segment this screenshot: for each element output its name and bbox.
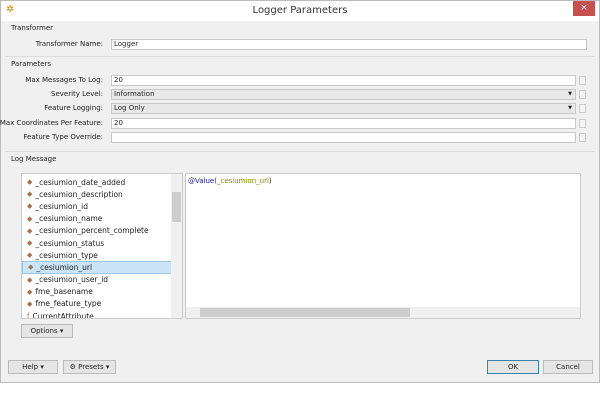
section-log-message: Log Message: [11, 155, 57, 163]
attribute-name: _cesiumion_type: [35, 250, 98, 260]
parameter-label: Max Messages To Log:: [25, 76, 103, 84]
ok-button[interactable]: OK: [487, 360, 539, 374]
divider: [5, 151, 595, 152]
attribute-name: fme_feature_type: [35, 299, 102, 309]
parameter-select[interactable]: Information ▼: [111, 89, 576, 100]
parameter-menu-button[interactable]: [579, 76, 586, 85]
attribute-name: _cesiumion_url: [36, 262, 93, 272]
list-item[interactable]: ◆ fme_feature_type: [22, 298, 182, 310]
parameter-row: Max Messages To Log: 20: [1, 75, 591, 86]
chevron-down-icon: ▼: [568, 91, 572, 97]
parameter-menu-button[interactable]: [579, 90, 586, 99]
attribute-name: _cesiumion_date_added: [35, 177, 126, 187]
attribute-name: _cesiumion_name: [35, 214, 103, 224]
parameter-label: Severity Level:: [51, 90, 103, 98]
parameter-input[interactable]: [111, 132, 576, 143]
presets-icon: ⚙: [69, 363, 76, 371]
parameter-value: Log Only: [114, 104, 145, 112]
attribute-icon: ◆: [27, 287, 33, 296]
attribute-icon: ◆: [27, 239, 33, 248]
attribute-icon: ◆: [27, 202, 33, 211]
dialog-title: Logger Parameters: [252, 5, 348, 16]
list-item[interactable]: ◆ _cesiumion_user_id: [22, 274, 182, 286]
parameter-value: 20: [114, 119, 123, 127]
parameter-input[interactable]: 20: [111, 75, 576, 86]
title-bar: ✲ Logger Parameters ×: [1, 1, 599, 21]
expression-function: @Value(: [188, 177, 217, 185]
list-item[interactable]: ◆ _cesiumion_percent_complete: [22, 225, 182, 237]
list-item[interactable]: ◆ _cesiumion_status: [22, 237, 182, 249]
attribute-name: _cesiumion_id: [35, 201, 88, 211]
attribute-icon: ◆: [28, 263, 34, 272]
parameter-menu-button[interactable]: [579, 119, 586, 128]
list-scrollbar[interactable]: [171, 174, 182, 318]
attribute-icon: ◆: [27, 251, 33, 260]
parameter-row: Feature Logging: Log Only ▼: [1, 103, 591, 114]
attribute-icon: ◆: [27, 178, 33, 187]
list-item[interactable]: ◆ _cesiumion_id: [22, 200, 182, 212]
section-transformer: Transformer: [11, 24, 54, 32]
parameter-row: Max Coordinates Per Feature: 20: [0, 118, 591, 129]
function-icon: ƒ: [27, 312, 30, 319]
list-item[interactable]: ◆ _cesiumion_name: [22, 213, 182, 225]
help-button[interactable]: Help ▾: [8, 360, 58, 374]
presets-label: Presets: [78, 363, 104, 371]
attribute-name: _cesiumion_percent_complete: [35, 226, 149, 236]
options-label: Options: [30, 327, 58, 335]
attribute-name: CurrentAttribute: [32, 311, 94, 319]
attribute-icon: ◆: [27, 226, 33, 235]
scrollbar-thumb[interactable]: [200, 308, 410, 317]
chevron-down-icon: ▼: [568, 105, 572, 111]
attribute-name: _cesiumion_description: [35, 189, 123, 199]
scrollbar-thumb[interactable]: [172, 192, 181, 222]
transformer-name-label: Transformer Name:: [35, 40, 103, 48]
help-label: Help: [22, 363, 39, 371]
attribute-icon: ◆: [27, 299, 33, 308]
options-button[interactable]: Options ▾: [21, 324, 73, 338]
parameter-select[interactable]: Log Only ▼: [111, 103, 576, 114]
expression-editor[interactable]: @Value(_cesiumion_url): [185, 173, 581, 319]
cancel-button[interactable]: Cancel: [543, 360, 593, 374]
parameter-row: Severity Level: Information ▼: [1, 89, 591, 100]
transformer-name-input[interactable]: Logger: [111, 39, 587, 50]
list-item[interactable]: ◆ fme_basename: [22, 286, 182, 298]
attribute-icon: ◆: [27, 214, 33, 223]
expression-close: ): [268, 177, 272, 185]
parameter-input[interactable]: 20: [111, 118, 576, 129]
attribute-name: _cesiumion_status: [35, 238, 105, 248]
close-button[interactable]: ×: [573, 1, 595, 16]
attribute-icon: ◆: [27, 190, 33, 199]
attribute-list[interactable]: ◆ _cesiumion_date_added ◆ _cesiumion_descri…: [21, 173, 183, 319]
attribute-name: _cesiumion_user_id: [35, 275, 109, 285]
parameter-label: Max Coordinates Per Feature:: [0, 119, 103, 127]
parameter-row: Feature Type Override:: [1, 132, 591, 143]
section-parameters: Parameters: [11, 60, 52, 68]
list-item[interactable]: ƒ CurrentAttribute: [22, 310, 182, 319]
parameter-value: Information: [114, 90, 155, 98]
parameter-label: Feature Logging:: [44, 104, 103, 112]
list-item[interactable]: ◆ _cesiumion_date_added: [22, 176, 182, 188]
attribute-name: fme_basename: [35, 287, 93, 297]
list-item[interactable]: ◆ _cesiumion_description: [22, 188, 182, 200]
expression-attribute: _cesiumion_url: [216, 177, 269, 185]
expression-text[interactable]: @Value(_cesiumion_url): [188, 177, 272, 185]
attribute-icon: ◆: [27, 275, 33, 284]
list-item[interactable]: ◆ _cesiumion_type: [22, 249, 182, 261]
parameter-menu-button[interactable]: [579, 133, 586, 142]
parameter-menu-button[interactable]: [579, 104, 586, 113]
presets-button[interactable]: ⚙ Presets ▾: [63, 360, 116, 374]
parameter-label: Feature Type Override:: [23, 133, 103, 141]
list-item[interactable]: ◆ _cesiumion_url: [22, 261, 182, 274]
divider: [5, 56, 595, 57]
parameter-value: 20: [114, 76, 123, 84]
dialog: ✲ Logger Parameters × Transformer Transf…: [0, 0, 600, 383]
editor-scrollbar[interactable]: [186, 307, 580, 318]
